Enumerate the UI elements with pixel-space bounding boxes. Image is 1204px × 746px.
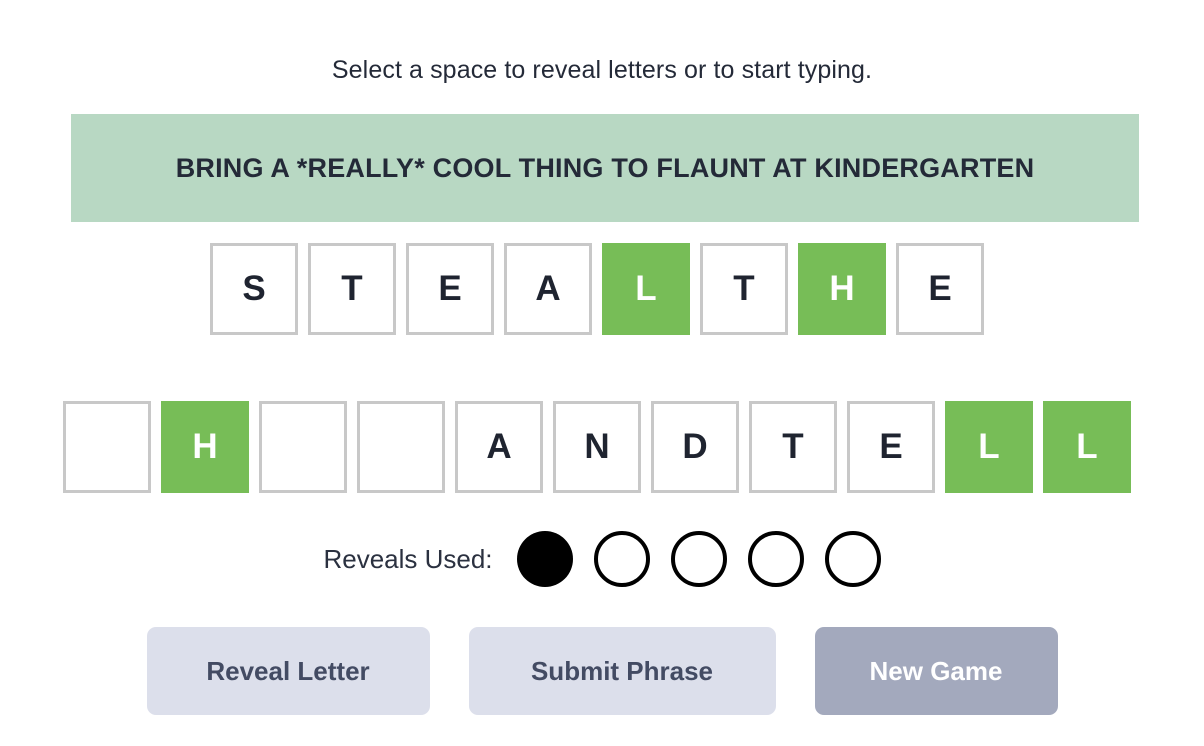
- letter-tile[interactable]: [63, 401, 151, 493]
- letter-tile[interactable]: D: [651, 401, 739, 493]
- hint-phrase-text: BRING A *REALLY* COOL THING TO FLAUNT AT…: [175, 152, 1035, 183]
- letter-tile[interactable]: E: [406, 243, 494, 335]
- letter-tile[interactable]: N: [553, 401, 641, 493]
- letter-tile[interactable]: H: [161, 401, 249, 493]
- word-game-app: Select a space to reveal letters or to s…: [0, 0, 1204, 746]
- letter-row-2: HANDTELL: [0, 401, 1204, 493]
- submit-phrase-button[interactable]: Submit Phrase: [468, 627, 776, 715]
- letter-tile[interactable]: A: [455, 401, 543, 493]
- reveal-dot-unused: [593, 531, 650, 587]
- new-game-button[interactable]: New Game: [814, 627, 1058, 715]
- letter-tile[interactable]: [259, 401, 347, 493]
- letter-tile[interactable]: S: [210, 243, 298, 335]
- letter-tile[interactable]: L: [1043, 401, 1131, 493]
- instruction-text: Select a space to reveal letters or to s…: [331, 56, 873, 84]
- reveals-dot-group: [516, 531, 881, 587]
- reveal-dot-unused: [824, 531, 881, 587]
- letter-tile[interactable]: T: [700, 243, 788, 335]
- letter-tile[interactable]: T: [749, 401, 837, 493]
- action-button-row: Reveal Letter Submit Phrase New Game: [0, 627, 1204, 715]
- reveals-used-row: Reveals Used:: [0, 531, 1204, 587]
- letter-row-1: STEALTHE: [0, 243, 1204, 335]
- letter-tile[interactable]: L: [945, 401, 1033, 493]
- reveal-dot-unused: [747, 531, 804, 587]
- hint-banner: BRING A *REALLY* COOL THING TO FLAUNT AT…: [71, 114, 1139, 222]
- reveals-used-label: Reveals Used:: [323, 543, 493, 574]
- letter-tile[interactable]: E: [847, 401, 935, 493]
- reveal-dot-unused: [670, 531, 727, 587]
- letter-tile[interactable]: [357, 401, 445, 493]
- reveal-dot-used: [516, 531, 573, 587]
- letter-tile[interactable]: A: [504, 243, 592, 335]
- letter-tile[interactable]: T: [308, 243, 396, 335]
- letter-tile[interactable]: H: [798, 243, 886, 335]
- letter-tile[interactable]: L: [602, 243, 690, 335]
- letter-tile[interactable]: E: [896, 243, 984, 335]
- reveal-letter-button[interactable]: Reveal Letter: [146, 627, 430, 715]
